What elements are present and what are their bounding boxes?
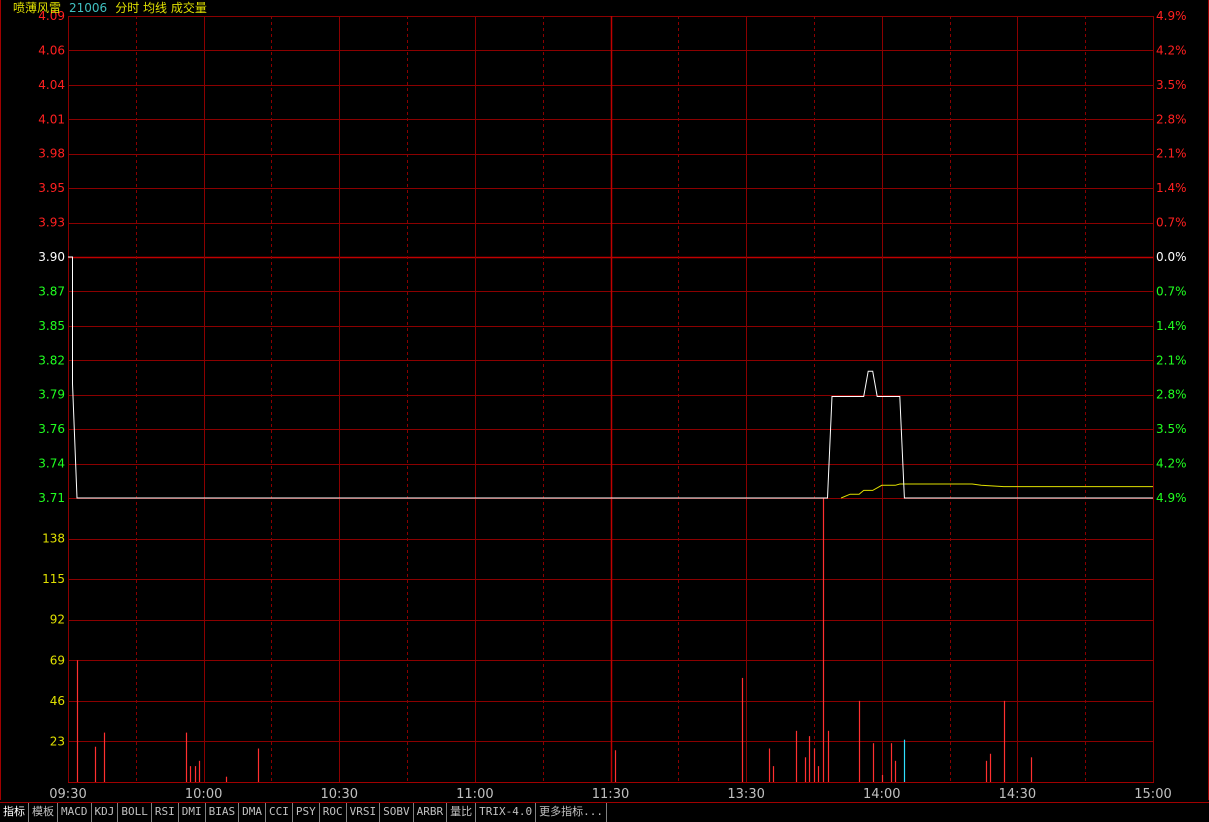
percent-tick-label: 2.1% [1156, 147, 1187, 161]
percent-tick-label: 1.4% [1156, 181, 1187, 195]
percent-tick-label: 4.9% [1156, 491, 1187, 505]
percent-tick-label: 3.5% [1156, 422, 1187, 436]
indicator-tab[interactable]: DMI [179, 803, 206, 822]
percent-tick-label: 4.2% [1156, 457, 1187, 471]
indicator-tab[interactable]: DMA [239, 803, 266, 822]
indicator-tab-bar: 指标 模板 MACD KDJ BOLL RSI DMI BIAS DMA CCI PSY ROC VRS… [0, 802, 1209, 822]
time-axis: 09:30 10:00 10:30 11:00 11:30 13:30 14:00 14:30… [49, 787, 1171, 800]
intraday-chart[interactable]: 4.094.064.044.013.983.953.933.903.873.85… [0, 0, 1209, 800]
time-tick-label: 10:00 [185, 787, 222, 800]
price-tick-label: 3.98 [38, 147, 65, 161]
volume-tick-label: 69 [50, 653, 65, 667]
percent-axis: 4.9% 4.2% 3.5% 2.8% 2.1% 1.4% 0.7% 0.0% 0.7% 1.4%… [1156, 9, 1187, 505]
indicator-tab[interactable]: TRIX-4.0 [476, 803, 537, 822]
percent-tick-label: 0.0% [1156, 250, 1187, 264]
price-tick-label: 3.71 [38, 491, 65, 505]
time-tick-label: 13:30 [727, 787, 764, 800]
indicator-tab[interactable]: MACD [58, 803, 92, 822]
indicator-tab[interactable]: 更多指标... [536, 803, 607, 822]
percent-tick-label: 4.2% [1156, 43, 1187, 57]
percent-tick-label: 4.9% [1156, 9, 1187, 23]
time-tick-label: 11:30 [592, 787, 629, 800]
percent-tick-label: 1.4% [1156, 319, 1187, 333]
chart-grid [0, 0, 1209, 800]
volume-tick-label: 138 [42, 532, 65, 546]
price-tick-label: 4.01 [38, 112, 65, 126]
indicator-tab[interactable]: 模板 [29, 803, 58, 822]
percent-tick-label: 0.7% [1156, 216, 1187, 230]
indicator-tab[interactable]: VRSI [347, 803, 381, 822]
indicator-tab[interactable]: 量比 [447, 803, 477, 822]
percent-tick-label: 0.7% [1156, 284, 1187, 298]
stock-name: 喷薄风雷 [13, 1, 62, 15]
volume-tick-label: 115 [42, 572, 65, 586]
price-tick-label: 3.93 [38, 216, 65, 230]
volume-tick-label: 92 [50, 613, 65, 627]
time-tick-label: 10:30 [321, 787, 358, 800]
volume-bars [76, 498, 1033, 782]
price-axis: 4.094.064.044.013.983.953.933.903.873.85… [38, 9, 65, 505]
price-tick-label: 3.74 [38, 457, 65, 471]
indicator-tab[interactable]: SOBV [380, 803, 414, 822]
price-tick-label: 3.85 [38, 319, 65, 333]
indicator-tab[interactable]: BOLL [118, 803, 152, 822]
price-tick-label: 3.82 [38, 353, 65, 367]
price-tick-label: 3.76 [38, 422, 65, 436]
volume-tick-label: 23 [50, 734, 65, 748]
indicator-tab[interactable]: BIAS [206, 803, 240, 822]
percent-tick-label: 2.1% [1156, 353, 1187, 367]
view-label[interactable]: 分时 均线 成交量 [115, 1, 207, 16]
time-tick-label: 09:30 [49, 787, 86, 800]
indicator-tab[interactable]: 指标 [0, 803, 29, 822]
time-tick-label: 14:30 [999, 787, 1036, 800]
price-line [68, 256, 1153, 499]
indicator-tab[interactable]: CCI [266, 803, 293, 822]
percent-tick-label: 3.5% [1156, 78, 1187, 92]
average-price-line [840, 483, 1153, 499]
price-tick-label: 3.90 [38, 250, 65, 264]
volume-tick-label: 46 [50, 694, 65, 708]
indicator-tab[interactable]: ROC [320, 803, 347, 822]
indicator-tab[interactable]: RSI [152, 803, 179, 822]
indicator-tab[interactable]: PSY [293, 803, 320, 822]
indicator-tab[interactable]: ARBR [414, 803, 448, 822]
price-tick-label: 3.95 [38, 181, 65, 195]
volume-axis: 138 115 92 69 46 23 [42, 532, 65, 749]
percent-tick-label: 2.8% [1156, 112, 1187, 126]
price-tick-label: 4.06 [38, 43, 65, 57]
time-tick-label: 14:00 [863, 787, 900, 800]
price-tick-label: 4.04 [38, 78, 65, 92]
stock-code: 21006 [69, 1, 108, 15]
price-tick-label: 3.79 [38, 388, 65, 402]
price-tick-label: 3.87 [38, 284, 65, 298]
time-tick-label: 11:00 [456, 787, 493, 800]
chart-header: 喷薄风雷 21006 分时 均线 成交量 [13, 1, 207, 16]
percent-tick-label: 2.8% [1156, 388, 1187, 402]
time-tick-label: 15:00 [1134, 787, 1171, 800]
indicator-tab[interactable]: KDJ [92, 803, 119, 822]
